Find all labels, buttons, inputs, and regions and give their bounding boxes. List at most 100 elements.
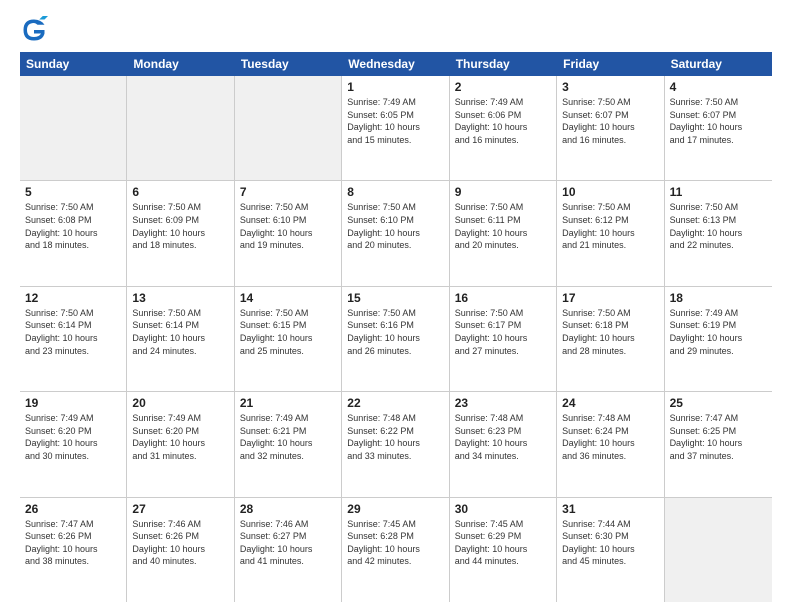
- calendar-cell: 11 Sunrise: 7:50 AM Sunset: 6:13 PM Dayli…: [665, 181, 772, 285]
- day-number: 15: [347, 291, 443, 305]
- calendar-week: 12 Sunrise: 7:50 AM Sunset: 6:14 PM Dayli…: [20, 287, 772, 392]
- calendar-cell: 23 Sunrise: 7:48 AM Sunset: 6:23 PM Dayli…: [450, 392, 557, 496]
- day-number: 5: [25, 185, 121, 199]
- calendar-cell: 7 Sunrise: 7:50 AM Sunset: 6:10 PM Daylig…: [235, 181, 342, 285]
- day-number: 11: [670, 185, 767, 199]
- calendar-cell: 22 Sunrise: 7:48 AM Sunset: 6:22 PM Dayli…: [342, 392, 449, 496]
- day-number: 6: [132, 185, 228, 199]
- calendar-cell: 12 Sunrise: 7:50 AM Sunset: 6:14 PM Dayli…: [20, 287, 127, 391]
- day-number: 18: [670, 291, 767, 305]
- day-info: Sunrise: 7:49 AM Sunset: 6:06 PM Dayligh…: [455, 96, 551, 146]
- calendar-week: 26 Sunrise: 7:47 AM Sunset: 6:26 PM Dayli…: [20, 498, 772, 602]
- calendar-cell: 17 Sunrise: 7:50 AM Sunset: 6:18 PM Dayli…: [557, 287, 664, 391]
- day-number: 1: [347, 80, 443, 94]
- day-info: Sunrise: 7:49 AM Sunset: 6:21 PM Dayligh…: [240, 412, 336, 462]
- day-number: 3: [562, 80, 658, 94]
- calendar-cell: 31 Sunrise: 7:44 AM Sunset: 6:30 PM Dayli…: [557, 498, 664, 602]
- day-number: 21: [240, 396, 336, 410]
- calendar-cell: 26 Sunrise: 7:47 AM Sunset: 6:26 PM Dayli…: [20, 498, 127, 602]
- day-info: Sunrise: 7:50 AM Sunset: 6:15 PM Dayligh…: [240, 307, 336, 357]
- day-number: 14: [240, 291, 336, 305]
- day-number: 30: [455, 502, 551, 516]
- day-info: Sunrise: 7:50 AM Sunset: 6:14 PM Dayligh…: [132, 307, 228, 357]
- calendar-cell: 24 Sunrise: 7:48 AM Sunset: 6:24 PM Dayli…: [557, 392, 664, 496]
- calendar-header-cell: Sunday: [20, 52, 127, 76]
- calendar-cell: 28Sunrise: 7:46 AM Sunset: 6:27 PM Dayli…: [235, 498, 342, 602]
- day-info: Sunrise: 7:49 AM Sunset: 6:20 PM Dayligh…: [25, 412, 121, 462]
- header: [20, 16, 772, 44]
- day-number: 31: [562, 502, 658, 516]
- calendar-cell: 9Sunrise: 7:50 AM Sunset: 6:11 PM Daylig…: [450, 181, 557, 285]
- day-info: Sunrise: 7:48 AM Sunset: 6:23 PM Dayligh…: [455, 412, 551, 462]
- day-number: 8: [347, 185, 443, 199]
- day-info: Sunrise: 7:50 AM Sunset: 6:16 PM Dayligh…: [347, 307, 443, 357]
- day-number: 9: [455, 185, 551, 199]
- day-number: 25: [670, 396, 767, 410]
- day-info: Sunrise: 7:49 AM Sunset: 6:20 PM Dayligh…: [132, 412, 228, 462]
- calendar-cell: 18Sunrise: 7:49 AM Sunset: 6:19 PM Dayli…: [665, 287, 772, 391]
- day-info: Sunrise: 7:50 AM Sunset: 6:12 PM Dayligh…: [562, 201, 658, 251]
- logo-icon: [20, 16, 48, 44]
- calendar-header-cell: Tuesday: [235, 52, 342, 76]
- day-info: Sunrise: 7:50 AM Sunset: 6:14 PM Dayligh…: [25, 307, 121, 357]
- calendar-cell: [20, 76, 127, 180]
- day-info: Sunrise: 7:50 AM Sunset: 6:09 PM Dayligh…: [132, 201, 228, 251]
- day-info: Sunrise: 7:44 AM Sunset: 6:30 PM Dayligh…: [562, 518, 658, 568]
- day-info: Sunrise: 7:50 AM Sunset: 6:17 PM Dayligh…: [455, 307, 551, 357]
- calendar-cell: 1 Sunrise: 7:49 AM Sunset: 6:05 PM Daylig…: [342, 76, 449, 180]
- calendar-body: 1 Sunrise: 7:49 AM Sunset: 6:05 PM Daylig…: [20, 76, 772, 602]
- day-info: Sunrise: 7:48 AM Sunset: 6:24 PM Dayligh…: [562, 412, 658, 462]
- calendar-cell: [235, 76, 342, 180]
- day-info: Sunrise: 7:50 AM Sunset: 6:18 PM Dayligh…: [562, 307, 658, 357]
- calendar-cell: 13Sunrise: 7:50 AM Sunset: 6:14 PM Dayli…: [127, 287, 234, 391]
- calendar-cell: 20 Sunrise: 7:49 AM Sunset: 6:20 PM Dayli…: [127, 392, 234, 496]
- day-number: 19: [25, 396, 121, 410]
- day-number: 23: [455, 396, 551, 410]
- calendar-cell: 4 Sunrise: 7:50 AM Sunset: 6:07 PM Daylig…: [665, 76, 772, 180]
- calendar-cell: 29Sunrise: 7:45 AM Sunset: 6:28 PM Dayli…: [342, 498, 449, 602]
- calendar-cell: 25 Sunrise: 7:47 AM Sunset: 6:25 PM Dayli…: [665, 392, 772, 496]
- calendar-cell: 10Sunrise: 7:50 AM Sunset: 6:12 PM Dayli…: [557, 181, 664, 285]
- calendar-cell: 14 Sunrise: 7:50 AM Sunset: 6:15 PM Dayli…: [235, 287, 342, 391]
- day-number: 2: [455, 80, 551, 94]
- calendar-cell: 21 Sunrise: 7:49 AM Sunset: 6:21 PM Dayli…: [235, 392, 342, 496]
- day-number: 26: [25, 502, 121, 516]
- day-number: 16: [455, 291, 551, 305]
- day-number: 7: [240, 185, 336, 199]
- calendar-cell: 2 Sunrise: 7:49 AM Sunset: 6:06 PM Daylig…: [450, 76, 557, 180]
- day-number: 12: [25, 291, 121, 305]
- calendar-week: 5 Sunrise: 7:50 AM Sunset: 6:08 PM Daylig…: [20, 181, 772, 286]
- day-info: Sunrise: 7:49 AM Sunset: 6:05 PM Dayligh…: [347, 96, 443, 146]
- day-info: Sunrise: 7:47 AM Sunset: 6:25 PM Dayligh…: [670, 412, 767, 462]
- day-number: 29: [347, 502, 443, 516]
- day-info: Sunrise: 7:50 AM Sunset: 6:07 PM Dayligh…: [670, 96, 767, 146]
- calendar-cell: [665, 498, 772, 602]
- day-number: 24: [562, 396, 658, 410]
- page: SundayMondayTuesdayWednesdayThursdayFrid…: [0, 0, 792, 612]
- calendar-cell: 6 Sunrise: 7:50 AM Sunset: 6:09 PM Daylig…: [127, 181, 234, 285]
- day-info: Sunrise: 7:50 AM Sunset: 6:08 PM Dayligh…: [25, 201, 121, 251]
- calendar-cell: 3Sunrise: 7:50 AM Sunset: 6:07 PM Daylig…: [557, 76, 664, 180]
- day-info: Sunrise: 7:48 AM Sunset: 6:22 PM Dayligh…: [347, 412, 443, 462]
- day-number: 22: [347, 396, 443, 410]
- day-number: 27: [132, 502, 228, 516]
- day-info: Sunrise: 7:50 AM Sunset: 6:10 PM Dayligh…: [240, 201, 336, 251]
- day-number: 28: [240, 502, 336, 516]
- calendar: SundayMondayTuesdayWednesdayThursdayFrid…: [20, 52, 772, 602]
- day-info: Sunrise: 7:50 AM Sunset: 6:13 PM Dayligh…: [670, 201, 767, 251]
- day-info: Sunrise: 7:46 AM Sunset: 6:26 PM Dayligh…: [132, 518, 228, 568]
- calendar-header-row: SundayMondayTuesdayWednesdayThursdayFrid…: [20, 52, 772, 76]
- calendar-cell: 27 Sunrise: 7:46 AM Sunset: 6:26 PM Dayli…: [127, 498, 234, 602]
- calendar-header-cell: Friday: [557, 52, 664, 76]
- calendar-header-cell: Thursday: [450, 52, 557, 76]
- day-number: 20: [132, 396, 228, 410]
- calendar-cell: 19 Sunrise: 7:49 AM Sunset: 6:20 PM Dayli…: [20, 392, 127, 496]
- calendar-header-cell: Wednesday: [342, 52, 449, 76]
- calendar-cell: 16 Sunrise: 7:50 AM Sunset: 6:17 PM Dayli…: [450, 287, 557, 391]
- calendar-cell: [127, 76, 234, 180]
- day-info: Sunrise: 7:47 AM Sunset: 6:26 PM Dayligh…: [25, 518, 121, 568]
- day-number: 17: [562, 291, 658, 305]
- logo: [20, 16, 52, 44]
- day-number: 4: [670, 80, 767, 94]
- calendar-cell: 30Sunrise: 7:45 AM Sunset: 6:29 PM Dayli…: [450, 498, 557, 602]
